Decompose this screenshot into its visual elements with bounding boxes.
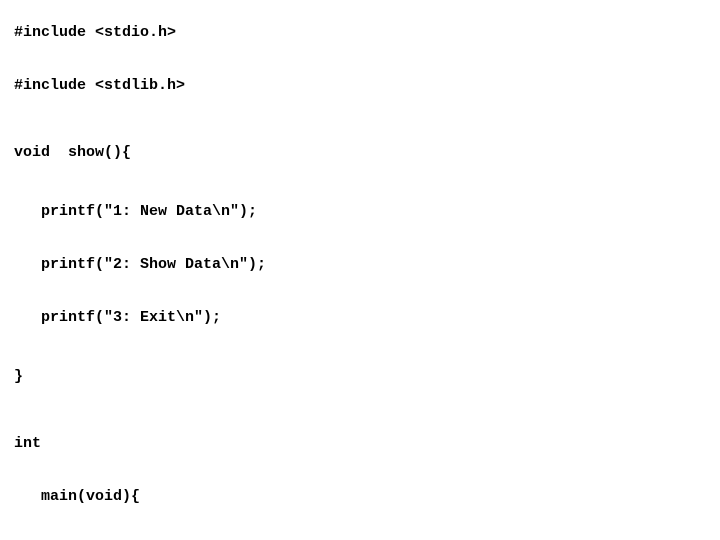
code-line: #include <stdlib.h> [14,78,706,93]
code-line: printf("1: New Data\n"); [14,204,706,219]
code-line: #include <stdio.h> [14,25,706,40]
code-line: void show(){ [14,145,706,160]
code-line: int [14,436,706,451]
code-line: main(void){ [14,489,706,504]
code-listing: #include <stdio.h> #include <stdlib.h> v… [0,0,720,540]
code-line: printf("3: Exit\n"); [14,310,706,325]
code-line: } [14,369,706,384]
code-line: printf("2: Show Data\n"); [14,257,706,272]
